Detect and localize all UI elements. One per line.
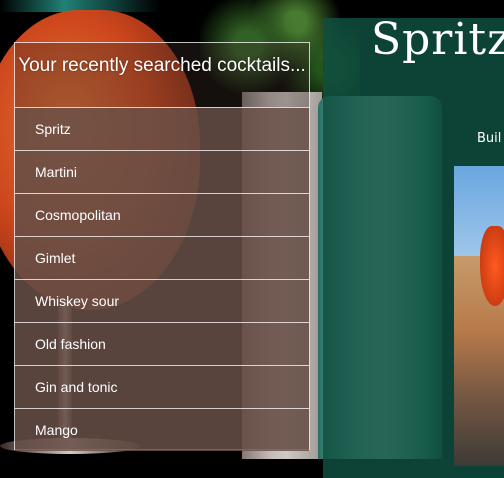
recent-item-gin-and-tonic[interactable]: Gin and tonic xyxy=(15,365,309,408)
recent-searches-list: Spritz Martini Cosmopolitan Gimlet Whisk… xyxy=(15,107,309,451)
recent-searches-panel: Your recently searched cocktails... Spri… xyxy=(14,42,310,451)
recent-item-cosmopolitan[interactable]: Cosmopolitan xyxy=(15,193,309,236)
recent-item-gimlet[interactable]: Gimlet xyxy=(15,236,309,279)
cocktail-subtitle: Buil xyxy=(477,131,502,146)
recent-item-old-fashion[interactable]: Old fashion xyxy=(15,322,309,365)
recent-item-whiskey-sour[interactable]: Whiskey sour xyxy=(15,279,309,322)
recent-searches-title: Your recently searched cocktails... xyxy=(18,55,306,76)
cocktail-title: Spritz xyxy=(371,14,504,65)
recent-item-spritz[interactable]: Spritz xyxy=(15,107,309,150)
photo-glass xyxy=(480,226,504,306)
recent-item-martini[interactable]: Martini xyxy=(15,150,309,193)
cocktail-photo xyxy=(454,166,504,466)
recent-item-mango[interactable]: Mango xyxy=(15,408,309,451)
